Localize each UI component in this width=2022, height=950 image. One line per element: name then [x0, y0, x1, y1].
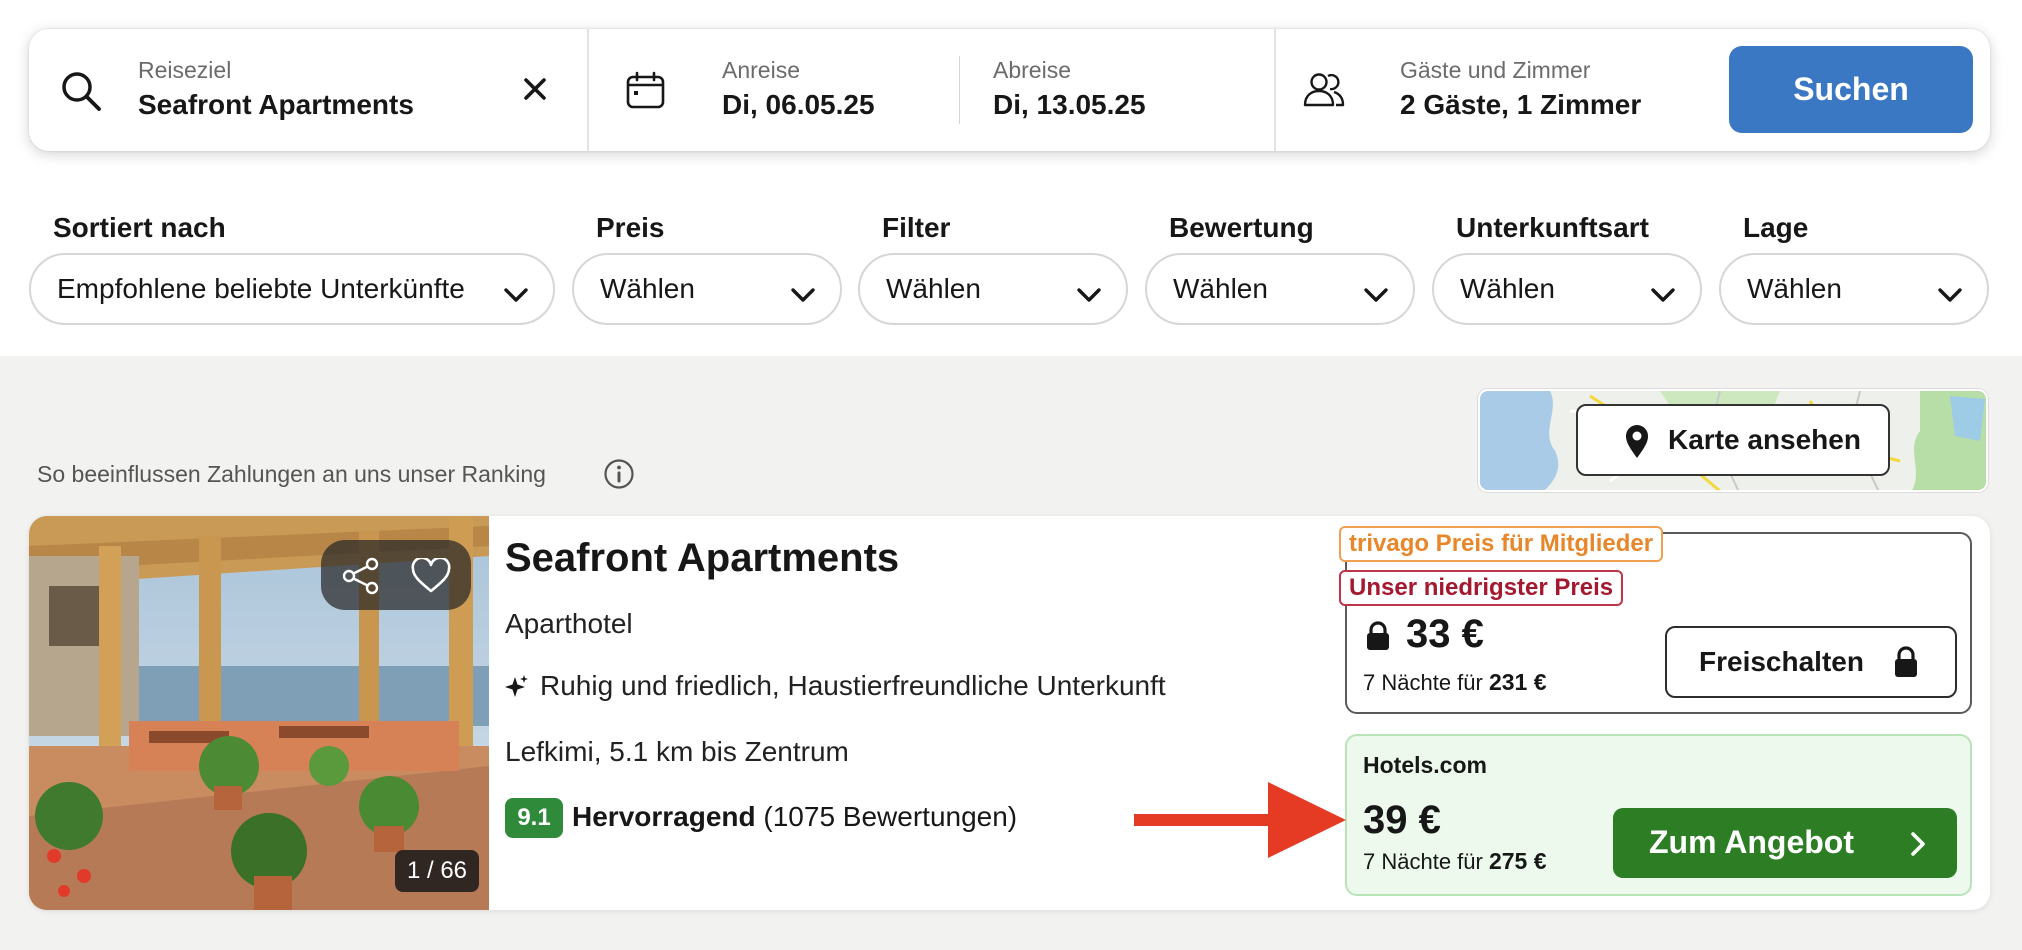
- clear-icon[interactable]: [523, 77, 547, 106]
- chevron-down-icon: [790, 279, 816, 311]
- select-value: Empfohlene beliebte Unterkünfte: [57, 273, 465, 304]
- property-type-select[interactable]: Wählen: [1432, 253, 1702, 325]
- hotel-features: Ruhig und friedlich, Haustierfreundliche…: [540, 670, 1166, 701]
- filter-label: Filter: [882, 212, 951, 243]
- location-pin-icon: [1624, 424, 1650, 465]
- guests-value: 2 Gäste, 1 Zimmer: [1400, 89, 1642, 120]
- heart-icon[interactable]: [410, 556, 452, 599]
- dates-field[interactable]: Anreise Di, 06.05.25 Abreise Di, 13.05.2…: [589, 29, 1275, 151]
- search-icon: [59, 69, 103, 118]
- filter-property-type: Unterkunftsart Wählen: [1432, 212, 1702, 325]
- ranking-note[interactable]: So beeinflussen Zahlungen an uns unser R…: [37, 461, 546, 488]
- chevron-down-icon: [1076, 279, 1102, 311]
- guests-label: Gäste und Zimmer: [1400, 57, 1591, 83]
- filter-select[interactable]: Wählen: [858, 253, 1128, 325]
- deal-price: 39 €: [1363, 798, 1441, 842]
- deal-provider: Hotels.com: [1363, 752, 1487, 778]
- deal-nights-total: 7 Nächte für 275 €: [1363, 848, 1547, 875]
- sparkle-icon: [505, 673, 529, 706]
- photo-counter: 1 / 66: [395, 850, 479, 892]
- location-select[interactable]: Wählen: [1719, 253, 1989, 325]
- chevron-down-icon: [1650, 279, 1676, 311]
- unlock-button[interactable]: Freischalten: [1665, 626, 1957, 698]
- rating-select[interactable]: Wählen: [1145, 253, 1415, 325]
- date-divider: [959, 56, 960, 124]
- share-icon[interactable]: [341, 557, 381, 600]
- filter-label: Lage: [1743, 212, 1809, 243]
- lock-icon: [1365, 621, 1391, 656]
- member-price: 33 €: [1406, 612, 1484, 656]
- filter-label: Unterkunftsart: [1456, 212, 1649, 243]
- member-price-tag: trivago Preis für Mitglieder: [1339, 526, 1664, 562]
- filter-price: Preis Wählen: [572, 212, 842, 325]
- rating-badge: 9.1: [505, 798, 563, 838]
- info-icon[interactable]: [603, 458, 635, 495]
- view-deal-label: Zum Angebot: [1649, 824, 1854, 860]
- select-value: Wählen: [1747, 273, 1842, 304]
- select-value: Wählen: [1173, 273, 1268, 304]
- filter-rating: Bewertung Wählen: [1145, 212, 1415, 325]
- guests-icon: [1302, 71, 1346, 114]
- lowest-price-tag: Unser niedrigster Preis: [1339, 570, 1624, 606]
- price-select[interactable]: Wählen: [572, 253, 842, 325]
- rating-summary[interactable]: Hervorragend (1075 Bewertungen): [572, 801, 1017, 833]
- member-nights-total: 7 Nächte für 231 €: [1363, 669, 1547, 696]
- filter-label: Preis: [596, 212, 665, 243]
- filter-sort: Sortiert nach Empfohlene beliebte Unterk…: [29, 212, 555, 325]
- checkout-value: Di, 13.05.25: [993, 89, 1146, 120]
- filter-label: Sortiert nach: [53, 212, 226, 243]
- chevron-down-icon: [503, 279, 529, 311]
- checkin-label: Anreise: [722, 57, 800, 83]
- filter-location: Lage Wählen: [1719, 212, 1989, 325]
- guests-field[interactable]: Gäste und Zimmer 2 Gäste, 1 Zimmer: [1276, 29, 1716, 151]
- calendar-icon: [626, 71, 666, 114]
- lock-icon: [1893, 646, 1919, 683]
- destination-label: Reiseziel: [138, 57, 232, 83]
- chevron-right-icon: [1909, 830, 1927, 863]
- search-bar: Reiseziel Seafront Apartments Anreise Di…: [29, 29, 1990, 151]
- checkin-value: Di, 06.05.25: [722, 89, 875, 120]
- hotel-location: Lefkimi, 5.1 km bis Zentrum: [505, 736, 849, 767]
- view-map-button[interactable]: Karte ansehen: [1576, 404, 1890, 476]
- search-button[interactable]: Suchen: [1729, 46, 1973, 133]
- select-value: Wählen: [1460, 273, 1555, 304]
- nights-total: 231 €: [1488, 669, 1547, 695]
- destination-value: Seafront Apartments: [138, 89, 414, 120]
- photo-actions: [321, 540, 471, 610]
- hotel-name[interactable]: Seafront Apartments: [505, 536, 899, 581]
- unlock-label: Freischalten: [1699, 646, 1864, 677]
- nights-prefix: 7 Nächte für: [1363, 849, 1483, 874]
- annotation-arrow-icon: [1132, 782, 1348, 863]
- filter-filter: Filter Wählen: [858, 212, 1128, 325]
- select-value: Wählen: [600, 273, 695, 304]
- view-deal-button[interactable]: Zum Angebot: [1613, 808, 1957, 878]
- select-value: Wählen: [886, 273, 981, 304]
- sort-select[interactable]: Empfohlene beliebte Unterkünfte: [29, 253, 555, 325]
- filter-label: Bewertung: [1169, 212, 1314, 243]
- view-map-label: Karte ansehen: [1668, 424, 1861, 455]
- nights-total: 275 €: [1488, 848, 1547, 874]
- rating-count: (1075 Bewertungen): [763, 801, 1018, 832]
- chevron-down-icon: [1363, 279, 1389, 311]
- chevron-down-icon: [1937, 279, 1963, 311]
- rating-word: Hervorragend: [572, 801, 756, 832]
- destination-field[interactable]: Reiseziel Seafront Apartments: [29, 29, 587, 151]
- nights-prefix: 7 Nächte für: [1363, 670, 1483, 695]
- checkout-label: Abreise: [993, 57, 1071, 83]
- hotel-type: Aparthotel: [505, 608, 633, 639]
- hotel-card: 1 / 66 Seafront Apartments Aparthotel Ru…: [29, 516, 1990, 910]
- hotel-photo[interactable]: 1 / 66: [29, 516, 489, 910]
